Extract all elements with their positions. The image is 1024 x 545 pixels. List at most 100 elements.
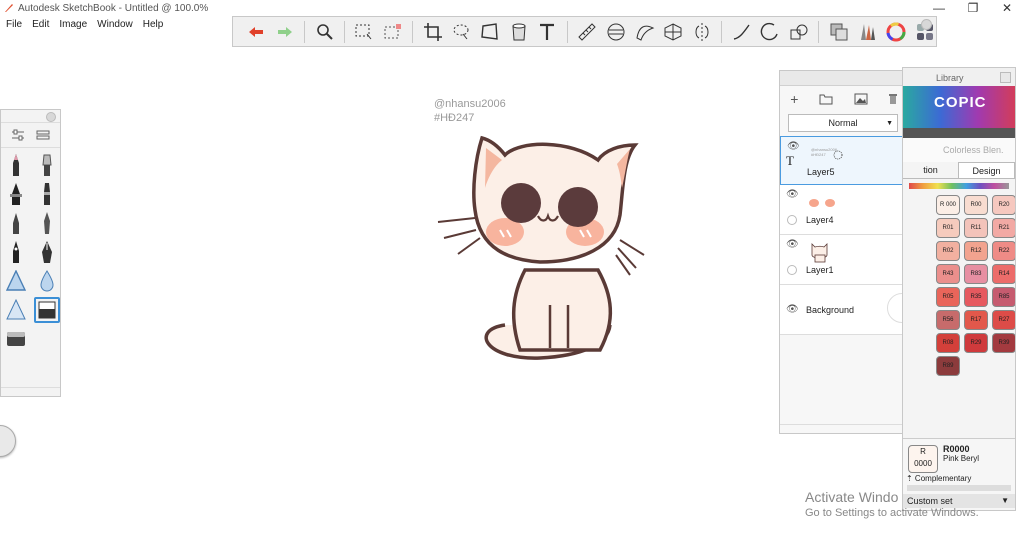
brush-palette-close-icon[interactable] [46, 112, 56, 122]
lasso-icon[interactable] [450, 20, 473, 43]
window-controls: — ❐ ✕ [922, 0, 1024, 17]
eye-icon[interactable]: 👁 [786, 304, 799, 315]
ellipse-icon[interactable] [759, 20, 782, 43]
copic-swatch[interactable]: R85 [992, 287, 1015, 307]
technical-pen-brush[interactable] [3, 181, 29, 207]
lagoon-puck[interactable] [0, 425, 16, 457]
canvas-cat-drawing [437, 135, 645, 360]
blend-mode-dropdown[interactable]: Normal ▼ [788, 114, 898, 132]
menu-help[interactable]: Help [143, 17, 164, 33]
airbrush-brush[interactable] [34, 152, 60, 178]
sketchbook-app-icon [5, 4, 13, 12]
stroke-icon[interactable] [730, 20, 753, 43]
copic-swatch[interactable]: R01 [936, 218, 960, 238]
trash-icon[interactable] [888, 93, 898, 105]
copic-swatch[interactable]: R08 [936, 333, 960, 353]
activate-title: Activate Windo [805, 489, 899, 505]
add-group-icon[interactable] [819, 93, 833, 105]
copic-swatch[interactable]: R05 [936, 287, 960, 307]
hard-eraser-brush[interactable] [3, 268, 29, 294]
copic-swatch[interactable]: R02 [936, 241, 960, 261]
undo-icon[interactable] [245, 20, 268, 43]
copic-swatch[interactable]: R43 [936, 264, 960, 284]
ruler-icon[interactable] [576, 20, 599, 43]
color-wheel-icon[interactable] [885, 20, 908, 43]
distort-icon[interactable] [479, 20, 502, 43]
window-title: Autodesk SketchBook - Untitled @ 100.0% [18, 3, 209, 14]
copic-swatch[interactable]: R11 [964, 218, 988, 238]
layer-radio[interactable] [787, 265, 797, 275]
layer-radio[interactable] [787, 215, 797, 225]
layer1-thumbnail [811, 243, 828, 263]
menu-edit[interactable]: Edit [32, 17, 49, 33]
layer-name: Layer4 [806, 215, 834, 225]
transform-selection-icon[interactable] [382, 20, 405, 43]
ellipse-guide-icon[interactable] [605, 20, 628, 43]
copic-swatch[interactable]: R83 [964, 264, 988, 284]
brush-library-icon[interactable] [36, 129, 50, 141]
ballpoint-pen-brush[interactable] [3, 210, 29, 236]
soft-eraser-brush[interactable] [3, 297, 29, 323]
copic-library-icon[interactable] [856, 20, 879, 43]
close-button[interactable]: ✕ [990, 0, 1024, 17]
minimize-button[interactable]: — [922, 0, 956, 17]
french-curve-icon[interactable] [633, 20, 656, 43]
text-icon[interactable] [536, 20, 559, 43]
water-drop-brush[interactable] [34, 268, 60, 294]
eye-icon[interactable]: 👁 [786, 189, 799, 200]
pencil-brush[interactable] [3, 152, 29, 178]
copic-swatch[interactable]: R20 [992, 195, 1015, 215]
zoom-icon[interactable] [313, 20, 336, 43]
selection-icon[interactable] [353, 20, 376, 43]
add-image-icon[interactable] [854, 93, 868, 105]
copic-swatch[interactable]: R 000 [936, 195, 960, 215]
copic-swatch[interactable]: R29 [964, 333, 988, 353]
copic-swatch[interactable]: R39 [992, 333, 1015, 353]
menu-image[interactable]: Image [59, 17, 87, 33]
copic-swatch[interactable]: R56 [936, 310, 960, 330]
menu-file[interactable]: File [6, 17, 22, 33]
add-layer-icon[interactable]: + [790, 91, 798, 107]
toolbar-close-icon[interactable] [921, 19, 932, 30]
copic-swatch[interactable]: R12 [964, 241, 988, 261]
redo-icon[interactable] [274, 20, 297, 43]
inking-pen-brush[interactable] [3, 239, 29, 265]
brush-properties-icon[interactable] [11, 129, 25, 141]
chisel-brush[interactable] [34, 210, 60, 236]
copic-swatch[interactable]: R22 [992, 241, 1015, 261]
blend-brush[interactable] [3, 326, 29, 352]
layer-overlay-icon[interactable] [827, 20, 850, 43]
blend-mode-value: Normal [828, 118, 858, 128]
svg-text:#HĐ247: #HĐ247 [811, 152, 826, 157]
eye-icon[interactable]: 👁 [786, 239, 799, 250]
toolbar-divider [721, 20, 723, 43]
marker-brush[interactable] [34, 181, 60, 207]
shape-icon[interactable] [788, 20, 811, 43]
maximize-button[interactable]: ❐ [956, 0, 990, 17]
crop-icon[interactable] [421, 20, 444, 43]
copic-swatch[interactable]: R21 [992, 218, 1015, 238]
toolbar-divider [818, 20, 820, 43]
activate-subtitle: Go to Settings to activate Windows. [805, 507, 979, 519]
menu-window[interactable]: Window [97, 17, 133, 33]
copic-close-icon[interactable] [1000, 72, 1011, 83]
tab-collection[interactable]: tion [903, 162, 958, 178]
colorless-blender[interactable]: Colorless Blen. [903, 138, 1015, 162]
eye-icon[interactable]: 👁 [787, 141, 800, 152]
title-bar: Autodesk SketchBook - Untitled @ 100.0% … [0, 0, 1024, 17]
copic-swatch[interactable]: R00 [964, 195, 988, 215]
fountain-pen-brush[interactable] [34, 239, 60, 265]
perspective-icon[interactable] [662, 20, 685, 43]
copic-swatch[interactable]: R89 [936, 356, 960, 376]
complementary-toggle[interactable]: ⇡ Complementary [906, 474, 971, 483]
tab-design[interactable]: Design [958, 162, 1015, 178]
copic-swatch[interactable]: R27 [992, 310, 1015, 330]
brush-palette-resize-handle[interactable] [1, 387, 60, 396]
copic-swatch[interactable]: R17 [964, 310, 988, 330]
bucket-icon[interactable] [507, 20, 530, 43]
copic-swatch[interactable]: R14 [992, 264, 1015, 284]
brush-grid [1, 148, 60, 356]
symmetry-icon[interactable] [691, 20, 714, 43]
copic-swatch[interactable]: R35 [964, 287, 988, 307]
eraser-block-brush[interactable] [34, 297, 60, 323]
